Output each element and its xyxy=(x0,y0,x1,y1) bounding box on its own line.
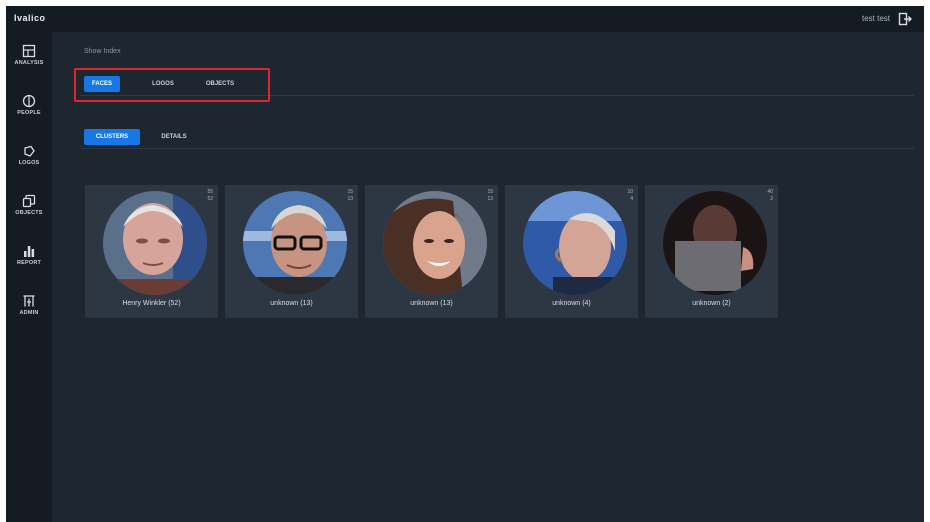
face-thumbnail xyxy=(663,191,767,295)
sidebar-item-analysis[interactable]: ANALYSIS xyxy=(6,40,52,80)
cluster-card[interactable]: 10 4 unknown (4) xyxy=(505,185,638,318)
sidebar-item-people[interactable]: PEOPLE xyxy=(6,90,52,130)
people-icon xyxy=(22,94,36,108)
admin-icon xyxy=(23,295,35,307)
tab-details[interactable]: DETAILS xyxy=(154,129,194,145)
cluster-counts: 15 13 xyxy=(487,189,493,202)
face-thumbnail xyxy=(383,191,487,295)
cluster-card[interactable]: 15 13 unknown (13) xyxy=(225,185,358,318)
sidebar-item-report[interactable]: REPORT xyxy=(6,240,52,280)
analysis-icon xyxy=(22,44,36,58)
sidebar-item-label: REPORT xyxy=(16,260,42,266)
sidebar-item-logos[interactable]: LOGOS xyxy=(6,140,52,180)
sidebar-item-label: OBJECTS xyxy=(15,210,43,216)
main-content: Show Index FACES LOGOS OBJECTS CLUSTERS … xyxy=(52,32,924,522)
cluster-label: unknown (13) xyxy=(270,300,313,307)
logout-icon[interactable] xyxy=(898,12,912,26)
cluster-card[interactable]: 40 2 unknown (2) xyxy=(645,185,778,318)
sidebar: ANALYSIS PEOPLE LOGOS OBJECTS REPORT ADM… xyxy=(6,32,52,522)
sidebar-item-label: ANALYSIS xyxy=(14,60,44,66)
objects-icon xyxy=(22,194,36,208)
face-thumbnail xyxy=(103,191,207,295)
user-name: test test xyxy=(861,14,890,23)
cluster-label: unknown (2) xyxy=(692,300,731,307)
app-window: Ivalico test test ANALYSIS PEOPLE LOGOS … xyxy=(6,6,924,522)
breadcrumb[interactable]: Show Index xyxy=(84,48,121,55)
sidebar-item-label: ADMIN xyxy=(19,310,39,316)
tabs-highlight-box xyxy=(74,68,270,102)
sidebar-item-objects[interactable]: OBJECTS xyxy=(6,190,52,230)
tab-clusters[interactable]: CLUSTERS xyxy=(84,129,140,145)
cluster-counts: 55 52 xyxy=(207,189,213,202)
cluster-counts: 15 13 xyxy=(347,189,353,202)
app-logo[interactable]: Ivalico xyxy=(14,13,46,23)
cluster-card[interactable]: 15 13 unknown (13) xyxy=(365,185,498,318)
top-bar: Ivalico test test xyxy=(6,6,924,32)
report-icon xyxy=(24,246,35,257)
cluster-counts: 40 2 xyxy=(767,189,773,202)
cluster-label: unknown (4) xyxy=(552,300,591,307)
sidebar-item-admin[interactable]: ADMIN xyxy=(6,290,52,330)
cluster-label: unknown (13) xyxy=(410,300,453,307)
sub-tabs: CLUSTERS DETAILS xyxy=(80,127,914,149)
face-thumbnail xyxy=(523,191,627,295)
cluster-counts: 10 4 xyxy=(627,189,633,202)
cluster-label: Henry Winkler (52) xyxy=(122,300,181,307)
logos-icon xyxy=(24,145,35,157)
cluster-card[interactable]: 55 52 Henry Winkler (52) xyxy=(85,185,218,318)
sidebar-item-label: LOGOS xyxy=(18,160,40,166)
face-thumbnail xyxy=(243,191,347,295)
sidebar-item-label: PEOPLE xyxy=(17,110,41,116)
